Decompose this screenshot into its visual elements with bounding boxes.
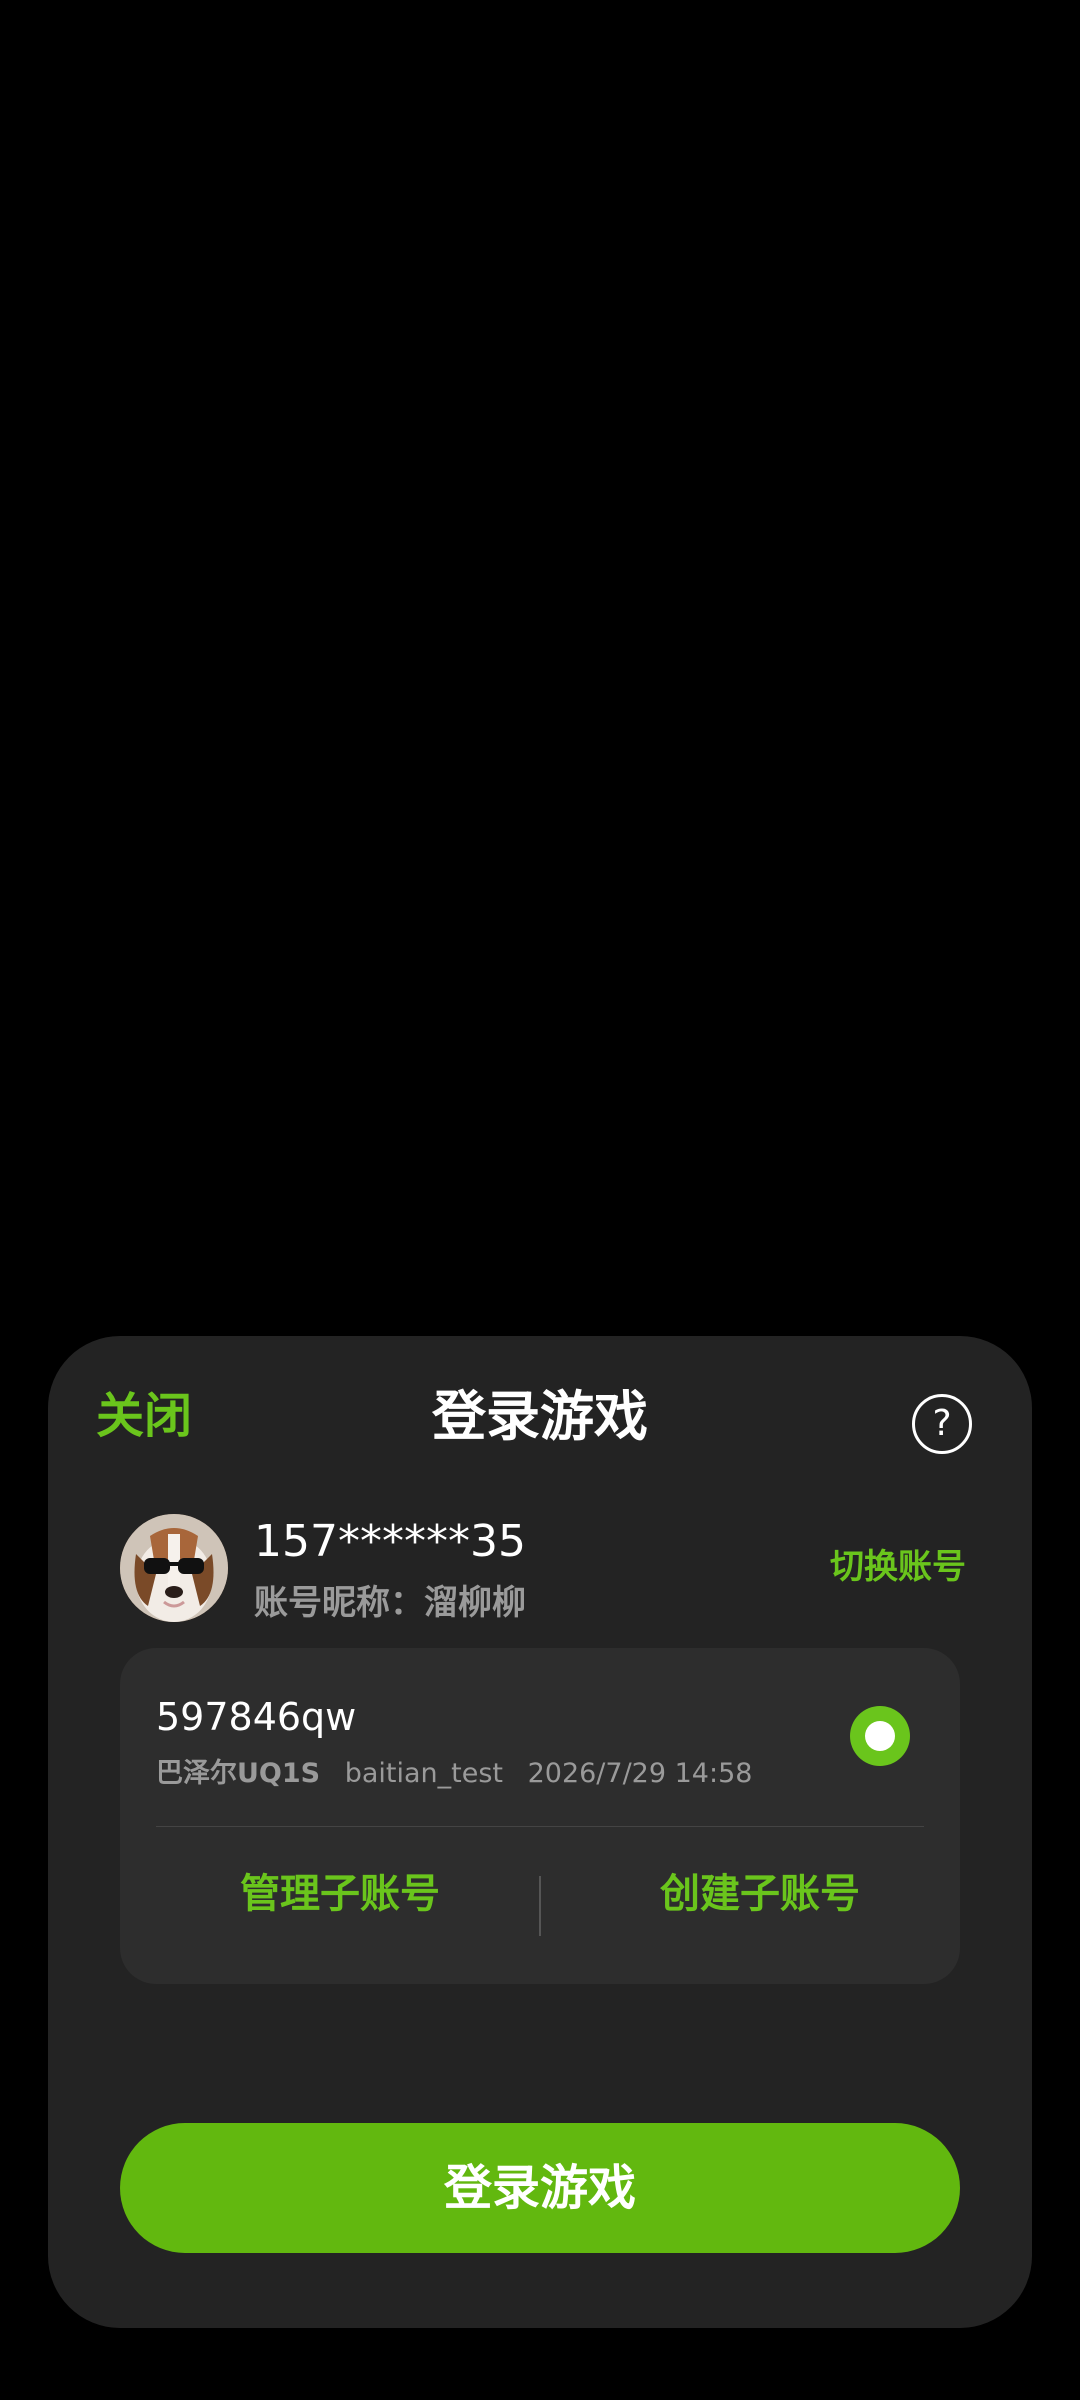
account-nickname: 账号昵称：溜柳柳 — [254, 1583, 526, 1623]
sub-account-meta: 巴泽尔UQ1S baitian_test 2026/7/29 14:58 — [156, 1760, 752, 1787]
sub-account-datetime: 2026/7/29 14:58 — [527, 1758, 753, 1789]
account-phone: 157******35 — [254, 1516, 526, 1567]
login-game-button[interactable]: 登录游戏 — [120, 2123, 960, 2253]
action-separator — [539, 1876, 541, 1936]
help-icon[interactable]: ? — [912, 1394, 972, 1454]
sub-account-server: 巴泽尔UQ1S — [156, 1758, 321, 1789]
sub-account-radio-selected[interactable] — [850, 1706, 910, 1766]
divider — [156, 1826, 924, 1827]
create-sub-account-button[interactable]: 创建子账号 — [570, 1874, 950, 1914]
switch-account-button[interactable]: 切换账号 — [830, 1550, 966, 1584]
sub-account-id: 597846qw — [156, 1695, 357, 1739]
sheet-title: 登录游戏 — [432, 1385, 648, 1448]
sub-account-card: 597846qw 巴泽尔UQ1S baitian_test 2026/7/29 … — [120, 1648, 960, 1984]
login-sheet: 关闭 登录游戏 ? 157******35 账号昵称：溜柳柳 切换账号 5978… — [48, 1336, 1032, 2328]
avatar — [120, 1514, 228, 1622]
beagle-avatar-icon — [120, 1514, 228, 1622]
sub-account-name: baitian_test — [344, 1758, 503, 1789]
manage-sub-account-button[interactable]: 管理子账号 — [150, 1874, 530, 1914]
